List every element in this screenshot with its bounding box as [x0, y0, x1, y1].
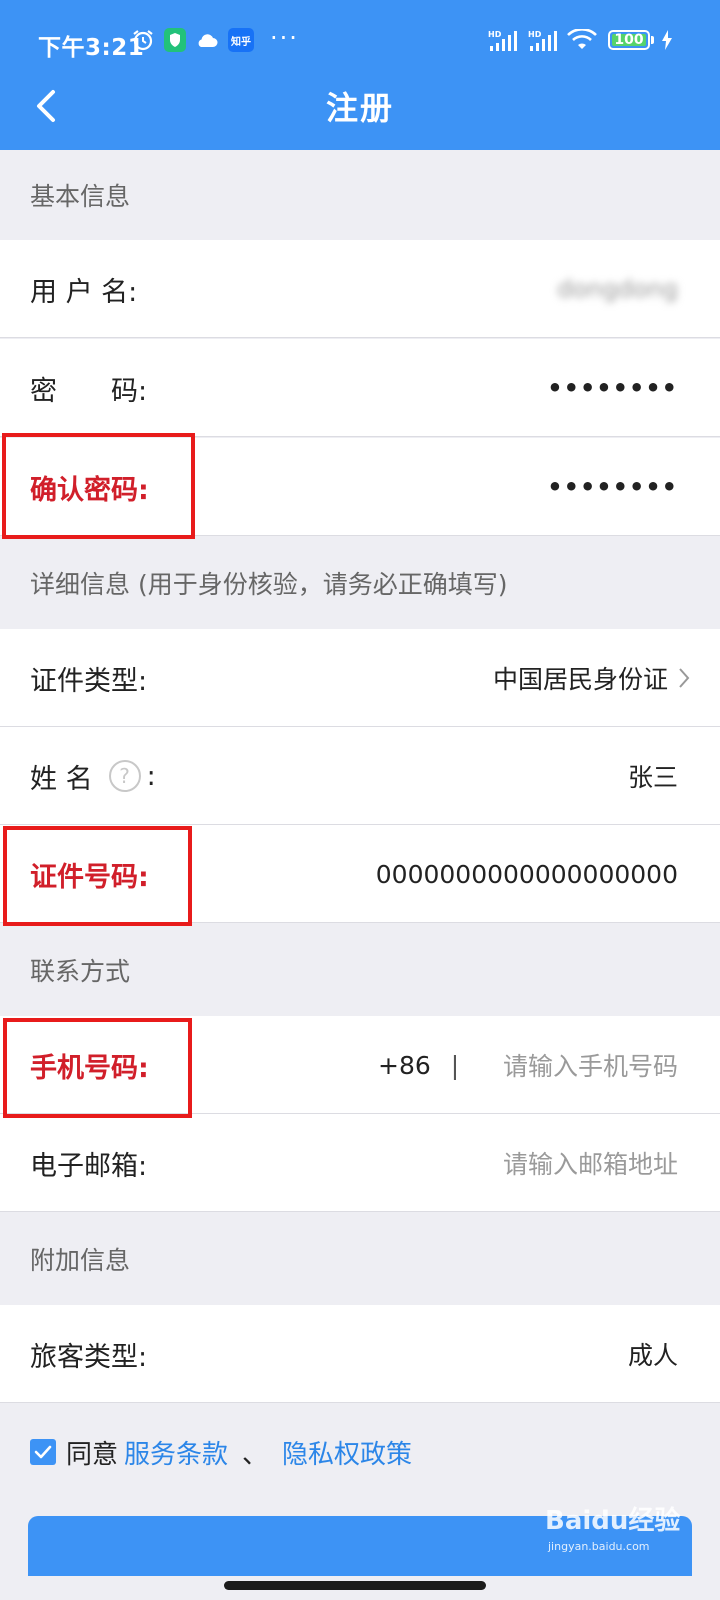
name-label-colon: :: [146, 760, 156, 792]
highlight-box-id-number: [3, 826, 192, 926]
section-header-contact: 联系方式: [0, 924, 720, 1016]
id-type-label: 证件类型:: [30, 665, 148, 697]
highlight-box-confirm-password: [2, 433, 195, 539]
shield-icon: [164, 28, 186, 52]
prefix-separator: |: [450, 1050, 460, 1080]
email-row[interactable]: 电子邮箱: 请输入邮箱地址: [0, 1114, 720, 1212]
zhihu-icon: 知乎: [228, 28, 254, 52]
username-input[interactable]: dongdong: [557, 240, 678, 338]
chevron-right-icon: [679, 668, 690, 688]
agreement-checkbox[interactable]: [30, 1439, 56, 1465]
home-indicator[interactable]: [224, 1581, 486, 1590]
check-icon: [34, 1445, 52, 1459]
password-label: 密 码:: [30, 375, 148, 407]
terms-link[interactable]: 服务条款: [124, 1434, 228, 1471]
password-row[interactable]: 密 码: ••••••••: [0, 339, 720, 437]
cloud-icon: [195, 28, 219, 52]
agreement-row: 同意 服务条款 、 隐私权政策: [30, 1432, 412, 1472]
name-row[interactable]: 姓 名 ? : 张三: [0, 727, 720, 825]
status-bar: 下午3:21 知乎 ··· HD HD 100: [0, 0, 720, 80]
country-code: +86: [378, 1050, 431, 1080]
id-number-input[interactable]: 0000000000000000000: [376, 825, 678, 923]
section-header-extra: 附加信息: [0, 1213, 720, 1305]
phone-input[interactable]: 请输入手机号码: [503, 1016, 678, 1114]
battery-cap: [651, 36, 654, 44]
battery-level: 100: [614, 32, 644, 48]
name-input[interactable]: 张三: [628, 727, 678, 825]
id-type-value: 中国居民身份证: [492, 665, 668, 694]
help-icon[interactable]: ?: [108, 760, 141, 792]
app-header: 下午3:21 知乎 ··· HD HD 100 注册: [0, 0, 720, 150]
svg-text:HD: HD: [488, 30, 502, 39]
page-title: 注册: [325, 89, 394, 127]
name-label: 姓 名 ? :: [30, 727, 156, 825]
alarm-icon: [130, 28, 156, 52]
id-type-row[interactable]: 证件类型: 中国居民身份证: [0, 629, 720, 727]
more-notifications-icon: ···: [270, 24, 299, 52]
privacy-link[interactable]: 隐私权政策: [282, 1434, 412, 1471]
svg-text:HD: HD: [528, 30, 542, 39]
status-time: 下午3:21: [38, 35, 145, 61]
highlight-box-phone: [3, 1018, 192, 1118]
country-code-prefix[interactable]: +86 |: [378, 1016, 459, 1114]
watermark-url: jingyan.baidu.com: [548, 1540, 650, 1553]
watermark-logo: Baidu经验: [545, 1506, 681, 1536]
passenger-type-label: 旅客类型:: [30, 1341, 148, 1373]
charging-icon: [660, 28, 674, 52]
name-label-text: 姓 名: [30, 763, 93, 795]
username-label: 用 户 名:: [30, 276, 138, 308]
username-row[interactable]: 用 户 名: dongdong: [0, 240, 720, 338]
email-label: 电子邮箱:: [30, 1150, 148, 1182]
email-input[interactable]: 请输入邮箱地址: [503, 1114, 678, 1212]
agreement-separator: 、: [242, 1439, 269, 1470]
confirm-password-input[interactable]: ••••••••: [547, 438, 678, 536]
password-input[interactable]: ••••••••: [547, 339, 678, 437]
id-type-select[interactable]: 中国居民身份证: [493, 629, 690, 727]
signal-icon: HD: [488, 28, 520, 52]
wifi-icon: [567, 28, 597, 52]
section-header-detail: 详细信息 (用于身份核验，请务必正确填写): [0, 537, 720, 629]
battery-icon: 100: [608, 30, 650, 50]
section-header-basic: 基本信息: [0, 150, 720, 240]
signal-icon: HD: [528, 28, 560, 52]
agreement-text: 同意: [66, 1439, 119, 1470]
passenger-type-row[interactable]: 旅客类型: 成人: [0, 1305, 720, 1403]
passenger-type-select[interactable]: 成人: [628, 1305, 678, 1403]
